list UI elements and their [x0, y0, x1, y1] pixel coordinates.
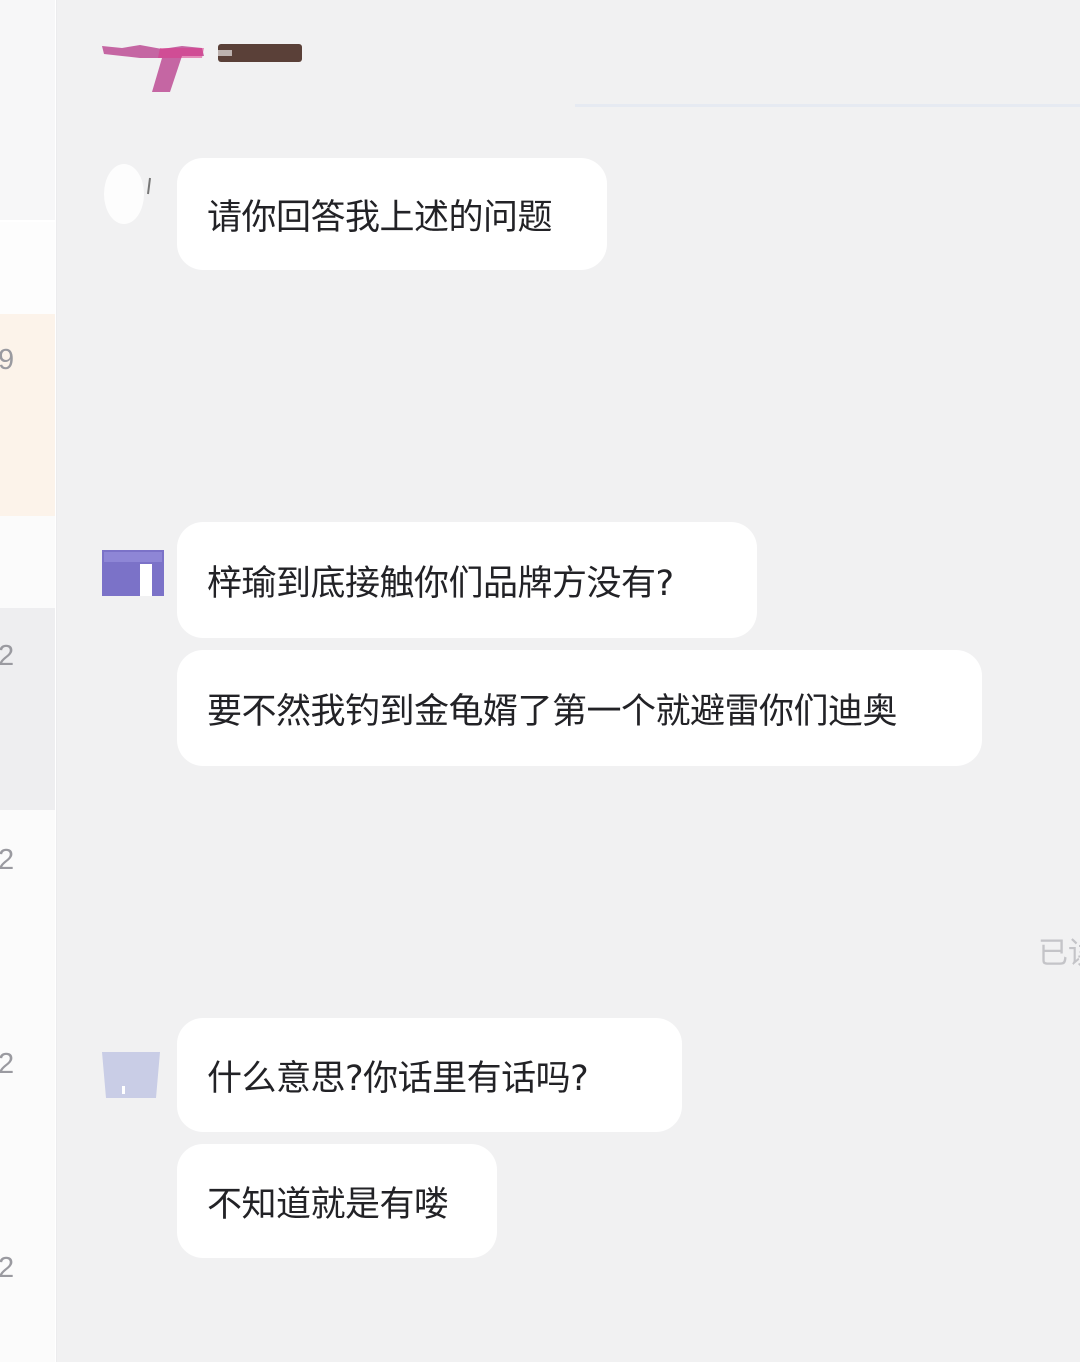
conversation-count: 2 — [0, 1048, 15, 1080]
avatar[interactable] — [100, 158, 162, 228]
message-text: 什么意思?你话里有话吗? — [207, 1058, 589, 1099]
conversation-item[interactable]: 2 2 2 — [0, 810, 55, 1362]
conversation-item[interactable] — [0, 222, 55, 314]
header-divider — [575, 104, 1080, 107]
conversation-count: 2 — [0, 844, 15, 876]
read-status: 已读 — [1038, 936, 1080, 971]
conversation-item-active[interactable]: 9 — [0, 314, 55, 516]
message-text: 要不然我钓到金龟婿了第一个就避雷你们迪奥 — [207, 691, 898, 732]
avatar[interactable] — [100, 546, 166, 600]
message-bubble[interactable]: 不知道就是有喽 — [177, 1144, 497, 1258]
message-text: 梓瑜到底接触你们品牌方没有? — [207, 563, 674, 604]
conversation-list: 9 2 2 2 2 — [0, 0, 57, 1362]
message-bubble[interactable]: 请你回答我上述的问题 — [177, 158, 607, 270]
message-text: 请你回答我上述的问题 — [207, 197, 553, 238]
conversation-count: 2 — [0, 640, 15, 672]
conversation-count: 9 — [0, 344, 15, 376]
brand-logo — [100, 36, 310, 100]
conversation-item[interactable]: 2 — [0, 608, 55, 810]
chat-screen: 9 2 2 2 2 请你回答我上述的问题 梓瑜到底接触你们品牌方没有? 要不然我… — [0, 0, 1080, 1362]
message-bubble[interactable]: 梓瑜到底接触你们品牌方没有? — [177, 522, 757, 638]
message-bubble[interactable]: 要不然我钓到金龟婿了第一个就避雷你们迪奥 — [177, 650, 982, 766]
message-bubble[interactable]: 什么意思?你话里有话吗? — [177, 1018, 682, 1132]
conversation-item[interactable] — [0, 516, 55, 608]
conversation-count: 2 — [0, 1252, 15, 1284]
conversation-item[interactable] — [0, 0, 55, 220]
message-text: 不知道就是有喽 — [207, 1184, 449, 1225]
avatar[interactable] — [100, 1048, 162, 1102]
